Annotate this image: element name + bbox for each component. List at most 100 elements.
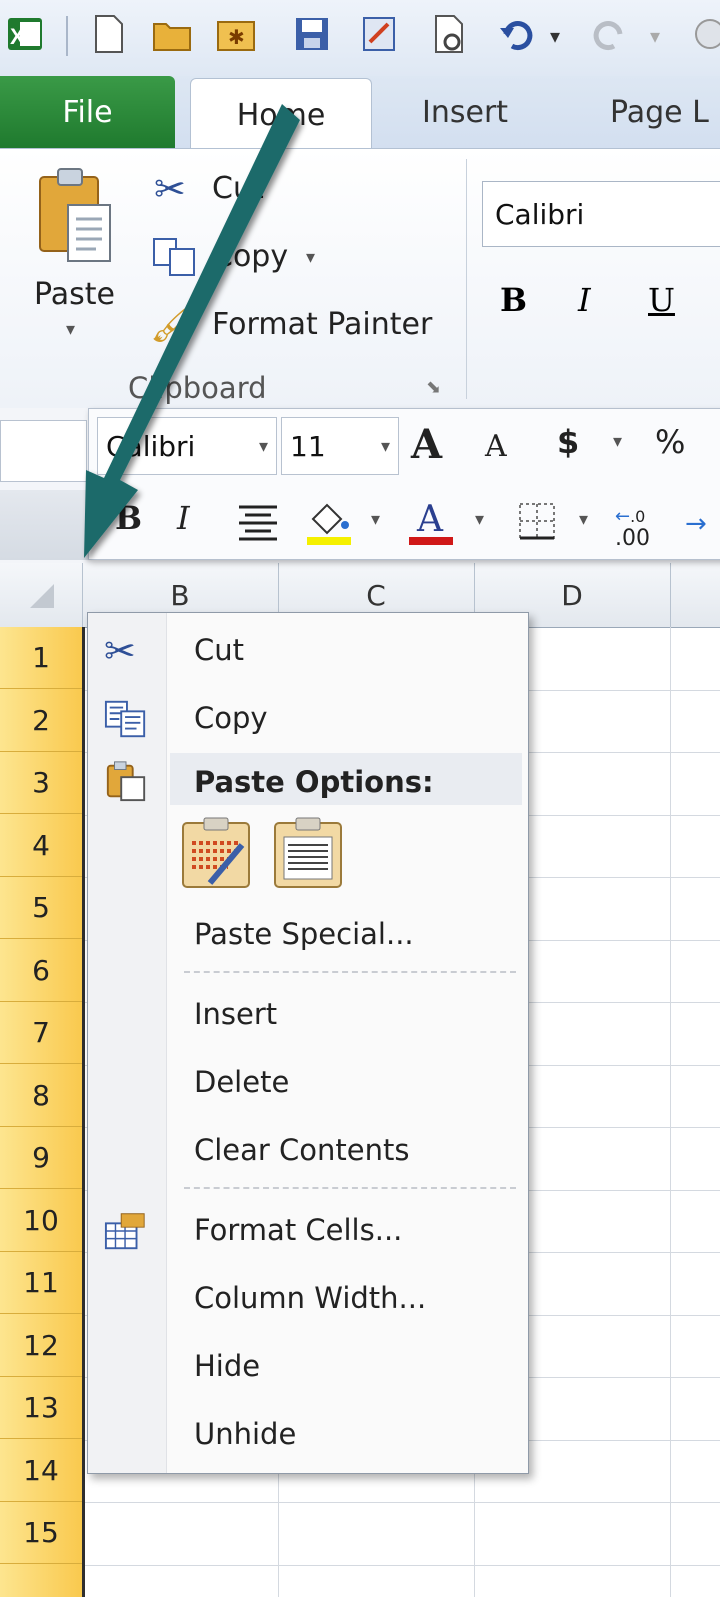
paste-button[interactable]: Paste xyxy=(34,277,115,312)
row-header[interactable]: 8 xyxy=(0,1065,82,1127)
mini-toolbar: Calibri ▾ 11 ▾ A A $ ▾ % B I ▾ A ▾ ▾ ←.0… xyxy=(88,408,720,560)
row-header[interactable]: 1 xyxy=(0,627,82,689)
redo-dropdown-icon[interactable]: ▾ xyxy=(650,24,660,48)
cut-button[interactable]: Cut xyxy=(212,171,264,206)
borders-dropdown-icon[interactable]: ▾ xyxy=(579,509,588,530)
mini-font-dropdown-icon[interactable]: ▾ xyxy=(259,436,268,457)
tab-insert[interactable]: Insert xyxy=(422,76,508,148)
redo-icon[interactable] xyxy=(590,12,630,56)
context-menu: ✂ Cut Copy Paste Options: Paste Special.… xyxy=(87,612,529,1474)
menu-item-delete[interactable]: Delete xyxy=(194,1065,289,1099)
format-cells-icon xyxy=(104,1213,145,1250)
tab-page-layout[interactable]: Page L xyxy=(610,76,709,148)
tab-file[interactable]: File xyxy=(0,76,175,148)
svg-text:A: A xyxy=(416,499,444,540)
row-header[interactable]: 9 xyxy=(0,1127,82,1189)
ribbon-home: Paste ▾ ✂ Cut Copy ▾ 🖌 Format Painter Cl… xyxy=(0,148,720,410)
row-header[interactable]: 12 xyxy=(0,1315,82,1377)
paste-values-icon[interactable] xyxy=(272,817,346,891)
print-preview-icon[interactable] xyxy=(360,12,400,56)
accounting-format-button[interactable]: $ xyxy=(557,423,579,461)
increase-decimal-button[interactable]: ←.0.00 xyxy=(615,505,650,550)
menu-item-copy[interactable]: Copy xyxy=(194,701,268,735)
name-box[interactable] xyxy=(0,420,87,482)
mini-font-size[interactable]: 11 ▾ xyxy=(281,417,399,475)
mini-bold-button[interactable]: B xyxy=(115,499,142,537)
ribbon-tabs: File Home Insert Page L xyxy=(0,76,720,151)
decrease-decimal-icon[interactable]: → xyxy=(685,509,707,539)
select-all-corner[interactable] xyxy=(0,563,83,627)
row-header[interactable]: 11 xyxy=(0,1252,82,1314)
accounting-dropdown-icon[interactable]: ▾ xyxy=(613,431,622,452)
menu-item-paste-special[interactable]: Paste Special... xyxy=(194,917,414,951)
row-header[interactable]: 4 xyxy=(0,815,82,877)
menu-item-column-width[interactable]: Column Width... xyxy=(194,1281,426,1315)
paste-options-icon xyxy=(106,761,146,802)
paste-keep-formatting-icon[interactable] xyxy=(180,817,254,891)
undo-dropdown-icon[interactable]: ▾ xyxy=(550,24,560,48)
new-document-icon[interactable] xyxy=(88,12,128,56)
grid-line xyxy=(85,1564,720,1566)
menu-item-format-cells[interactable]: Format Cells... xyxy=(194,1213,402,1247)
row-header[interactable]: 5 xyxy=(0,877,82,939)
svg-text:✱: ✱ xyxy=(228,25,245,49)
row-header[interactable]: 13 xyxy=(0,1377,82,1439)
font-name-box[interactable]: Calibri xyxy=(482,181,720,247)
row-header[interactable]: 14 xyxy=(0,1440,82,1502)
row-headers: 1 2 3 4 5 6 7 8 9 10 11 12 13 14 15 xyxy=(0,627,85,1597)
context-menu-icon-column xyxy=(88,613,167,1473)
paste-options-heading: Paste Options: xyxy=(194,765,434,799)
italic-button[interactable]: I xyxy=(578,281,591,319)
row-header[interactable]: 15 xyxy=(0,1502,82,1564)
open-folder-icon[interactable] xyxy=(152,12,192,56)
copy-dropdown-icon[interactable]: ▾ xyxy=(306,247,315,268)
shrink-font-button[interactable]: A xyxy=(485,429,507,464)
underline-button[interactable]: U xyxy=(648,281,675,319)
paste-icon[interactable] xyxy=(34,167,118,267)
grid-line xyxy=(670,627,671,1597)
row-header[interactable]: 6 xyxy=(0,940,82,1002)
quick-print-icon[interactable] xyxy=(428,12,468,56)
customize-toolbar-icon[interactable] xyxy=(688,12,720,56)
row-header[interactable]: 10 xyxy=(0,1190,82,1252)
menu-item-hide[interactable]: Hide xyxy=(194,1349,260,1383)
tab-home[interactable]: Home xyxy=(190,78,372,151)
mini-font-size-label: 11 xyxy=(290,429,326,463)
menu-item-unhide[interactable]: Unhide xyxy=(194,1417,296,1451)
font-color-dropdown-icon[interactable]: ▾ xyxy=(475,509,484,530)
svg-text:X: X xyxy=(10,24,25,49)
grid-line xyxy=(85,1502,720,1503)
cut-icon: ✂ xyxy=(154,167,186,211)
mini-font-label: Calibri xyxy=(106,429,196,463)
format-painter-button[interactable]: Format Painter xyxy=(212,307,432,342)
clipboard-launcher-icon[interactable]: ⬊ xyxy=(426,377,441,398)
row-header[interactable]: 3 xyxy=(0,752,82,814)
menu-item-clear-contents[interactable]: Clear Contents xyxy=(194,1133,410,1167)
select-all-icon xyxy=(30,584,54,608)
row-header[interactable]: 2 xyxy=(0,690,82,752)
copy-button[interactable]: Copy xyxy=(212,239,288,274)
mini-size-dropdown-icon[interactable]: ▾ xyxy=(381,436,390,457)
clipboard-group-label: Clipboard xyxy=(128,371,267,405)
grow-font-button[interactable]: A xyxy=(411,421,442,468)
borders-icon[interactable] xyxy=(517,501,557,541)
center-align-icon[interactable] xyxy=(235,503,281,541)
mini-font-name[interactable]: Calibri ▾ xyxy=(97,417,277,475)
menu-separator xyxy=(184,1187,516,1189)
menu-item-insert[interactable]: Insert xyxy=(194,997,277,1031)
row-header[interactable]: 7 xyxy=(0,1002,82,1064)
fill-color-dropdown-icon[interactable]: ▾ xyxy=(371,509,380,530)
menu-separator xyxy=(184,971,516,973)
percent-style-button[interactable]: % xyxy=(655,423,685,461)
paste-dropdown-icon[interactable]: ▾ xyxy=(66,319,75,340)
bold-button[interactable]: B xyxy=(500,281,527,319)
menu-item-cut[interactable]: Cut xyxy=(194,633,244,667)
undo-icon[interactable] xyxy=(496,12,536,56)
copy-icon xyxy=(153,238,195,276)
font-color-icon[interactable]: A xyxy=(407,495,455,547)
fill-color-icon[interactable] xyxy=(303,497,355,545)
mini-italic-button[interactable]: I xyxy=(177,499,190,537)
quick-access-toolbar: X ✱ ▾ ▾ xyxy=(0,0,720,77)
save-icon[interactable] xyxy=(292,12,332,56)
open-recent-icon[interactable]: ✱ xyxy=(216,12,256,56)
